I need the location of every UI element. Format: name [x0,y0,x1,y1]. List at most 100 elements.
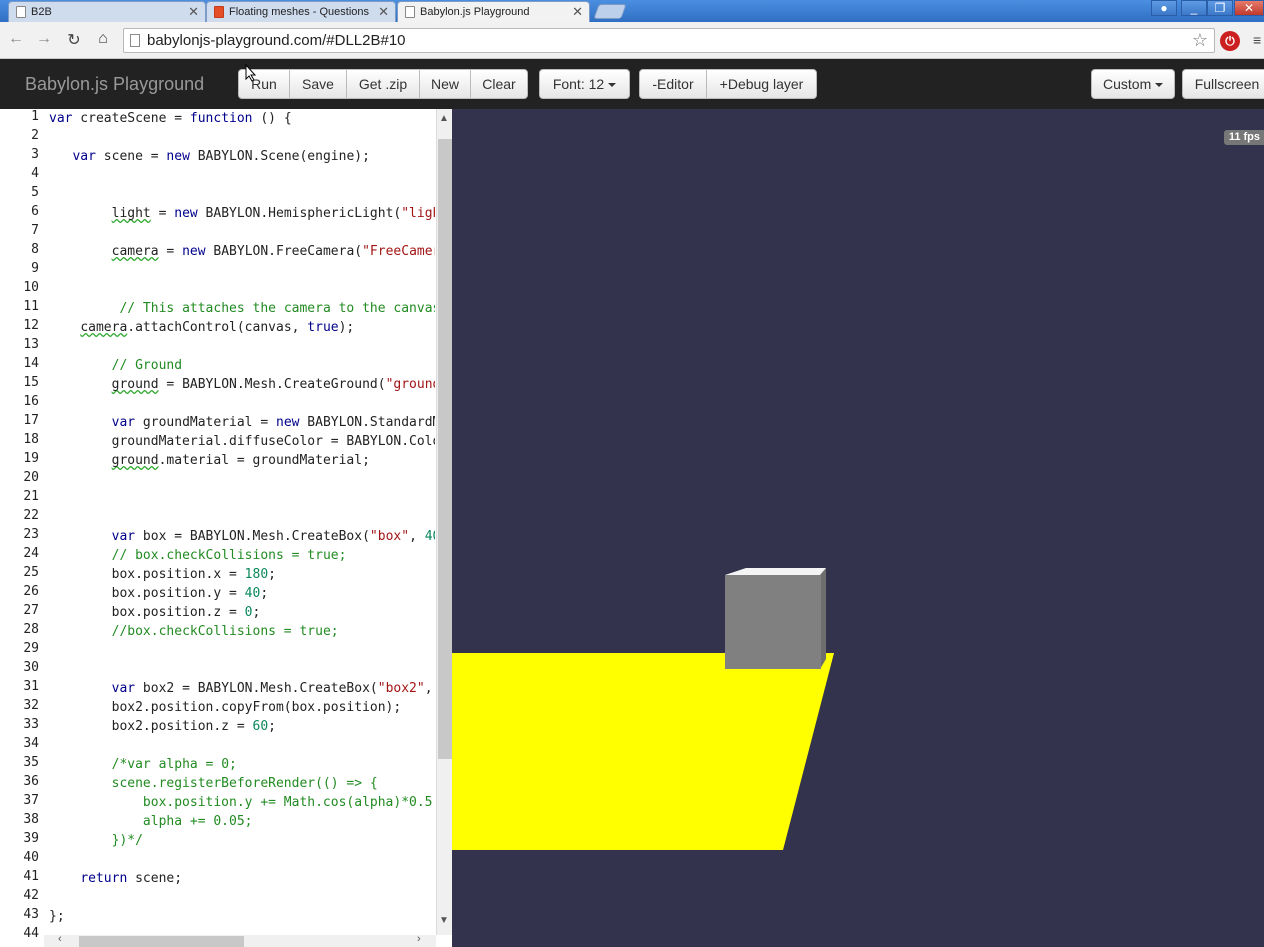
code-line-33: box2.position.z = 60; [49,719,276,734]
line-number: 11 [23,299,39,314]
code-line-11: // This attaches the camera to the canva… [119,301,435,316]
line-number: 4 [31,166,39,181]
code-line-1: var createScene = function () { [49,111,292,126]
editor-vertical-scrollbar[interactable]: ▲ ▼ [436,109,452,935]
close-tab-icon[interactable]: ✕ [188,4,199,20]
clear-button[interactable]: Clear [470,69,528,99]
forward-icon[interactable]: → [34,30,54,48]
scrollbar-thumb[interactable] [438,139,452,759]
mouse-cursor-icon [245,64,257,82]
line-number: 24 [23,546,39,561]
line-number: 6 [31,204,39,219]
line-number: 27 [23,603,39,618]
code-line-27: box.position.z = 0; [49,605,261,620]
window-close-icon[interactable]: ✕ [1234,0,1264,16]
scrollbar-thumb[interactable] [79,936,244,947]
browser-menu-icon[interactable]: ≡ [1253,32,1264,48]
new-tab-button[interactable] [593,4,627,19]
browser-toolbar: ← → ↻ ⌂ babylonjs-playground.com/#DLL2B#… [0,22,1264,59]
browser-tab-title: Babylon.js Playground [420,6,530,18]
close-tab-icon[interactable]: ✕ [378,4,389,20]
browser-tab-b2b[interactable]: B2B ✕ [8,1,206,22]
new-button[interactable]: New [419,69,471,99]
extension-icon[interactable]: ⏻ [1220,31,1240,51]
line-number: 13 [23,337,39,352]
font-size-label: Font: 12 [552,76,605,92]
scroll-left-icon[interactable]: ‹ [58,933,62,945]
line-number: 33 [23,717,39,732]
scroll-down-icon[interactable]: ▼ [439,915,449,926]
line-number: 16 [23,394,39,409]
code-line-38: alpha += 0.05; [49,814,253,829]
get-zip-button[interactable]: Get .zip [346,69,420,99]
line-number: 18 [23,432,39,447]
line-number: 30 [23,660,39,675]
code-line-28: //box.checkCollisions = true; [111,624,339,639]
box-mesh [725,575,821,669]
line-number: 2 [31,128,39,143]
restore-icon[interactable]: ❐ [1207,0,1233,16]
fps-counter: 11 fps [1223,130,1264,145]
code-line-31: var box2 = BABYLON.Mesh.CreateBox("box2"… [111,681,433,696]
user-icon[interactable]: ● [1151,0,1177,16]
line-number: 9 [31,261,39,276]
line-number: 20 [23,470,39,485]
reload-icon[interactable]: ↻ [64,30,84,50]
close-tab-icon[interactable]: ✕ [572,4,583,20]
chevron-down-icon [1155,83,1164,88]
code-line-37: box.position.y += Math.cos(alpha)*0.5; [49,795,435,810]
back-icon[interactable]: ← [6,30,26,48]
minimize-icon[interactable]: _ [1181,0,1207,16]
line-number: 28 [23,622,39,637]
code-editor[interactable]: 1 2 3 4 5 6 7 8 9 10 11 12 13 14 15 16 17 18 19 20 21 22 23 24 2… [0,109,452,947]
code-area[interactable]: var createScene = function () { var scen… [49,109,435,935]
code-line-36: scene.registerBeforeRender(() => { [49,776,378,791]
line-number: 7 [31,223,39,238]
code-line-35: /*var alpha = 0; [111,757,237,772]
font-size-dropdown[interactable]: Font: 12 [539,69,630,99]
bookmark-star-icon[interactable]: ☆ [1192,30,1208,51]
browser-tab-title: B2B [31,6,52,18]
save-button[interactable]: Save [289,69,347,99]
line-number: 12 [23,318,39,333]
line-number: 38 [23,812,39,827]
line-number: 15 [23,375,39,390]
line-number: 40 [23,850,39,865]
home-icon[interactable]: ⌂ [93,30,113,48]
code-line-12: camera.attachControl(canvas, true); [80,320,355,335]
line-number: 34 [23,736,39,751]
custom-label: Custom [1103,76,1152,92]
page-icon [16,6,26,18]
browser-tabstrip: B2B ✕ Floating meshes - Questions ✕ Baby… [0,0,1264,22]
line-number: 36 [23,774,39,789]
line-number: 41 [23,869,39,884]
code-line-26: box.position.y = 40; [49,586,269,601]
line-number: 10 [23,280,39,295]
address-url[interactable]: babylonjs-playground.com/#DLL2B#10 [147,32,406,49]
toggle-editor-button[interactable]: -Editor [639,69,707,99]
browser-tab-floating-meshes[interactable]: Floating meshes - Questions ✕ [206,1,396,22]
editor-horizontal-scrollbar[interactable]: ‹ › [44,933,436,947]
code-line-17: var groundMaterial = new BABYLON.Standar… [111,415,435,430]
line-number: 22 [23,508,39,523]
custom-dropdown[interactable]: Custom [1091,69,1175,99]
scroll-up-icon[interactable]: ▲ [439,113,449,124]
line-number: 3 [31,147,39,162]
browser-tab-playground[interactable]: Babylon.js Playground ✕ [397,1,590,22]
page-icon [405,6,415,18]
debug-layer-button[interactable]: +Debug layer [706,69,817,99]
line-number: 8 [31,242,39,257]
code-line-3: var scene = new BABYLON.Scene(engine); [72,149,370,164]
line-number: 35 [23,755,39,770]
render-canvas[interactable]: 11 fps [452,109,1264,947]
line-number: 32 [23,698,39,713]
line-number: 25 [23,565,39,580]
scroll-right-icon[interactable]: › [417,933,421,945]
line-number: 5 [31,185,39,200]
line-number: 42 [23,888,39,903]
code-line-41: return scene; [80,871,183,886]
fullscreen-button[interactable]: Fullscreen [1182,69,1264,99]
browser-tab-title: Floating meshes - Questions [229,6,370,18]
address-bar[interactable]: babylonjs-playground.com/#DLL2B#10 ☆ [123,28,1215,53]
code-line-43: }; [49,909,65,924]
